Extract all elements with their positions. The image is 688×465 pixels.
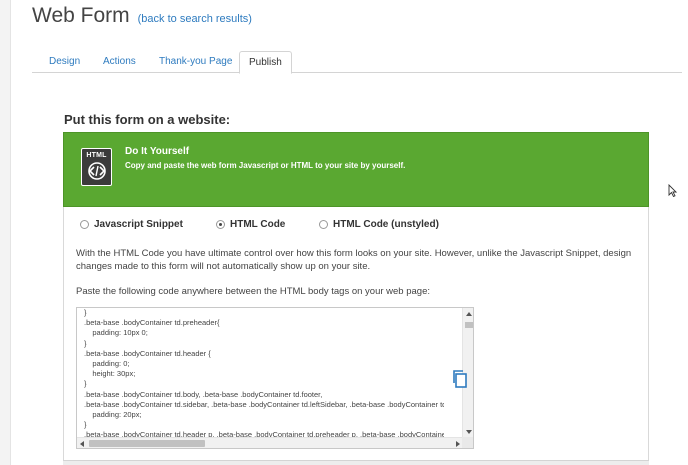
page-title: Web Form <box>32 4 130 27</box>
embed-type-options: Javascript Snippet HTML Code HTML Code (… <box>80 219 480 233</box>
scroll-right-arrow-icon[interactable] <box>456 441 460 447</box>
left-rail <box>0 0 11 465</box>
banner-subtitle: Copy and paste the web form Javascript o… <box>125 161 406 170</box>
code-line: } <box>84 338 87 348</box>
section-title: Put this form on a website: <box>64 112 231 127</box>
tab-design[interactable]: Design <box>49 51 80 73</box>
horizontal-scroll-thumb[interactable] <box>89 440 205 447</box>
scroll-down-arrow-icon[interactable] <box>466 430 472 434</box>
scroll-left-arrow-icon[interactable] <box>80 441 84 447</box>
radio-label: Javascript Snippet <box>94 219 183 230</box>
radio-html-code-unstyled[interactable]: HTML Code (unstyled) <box>319 219 439 230</box>
panel-bottom-edge <box>63 460 649 465</box>
vertical-scroll-thumb[interactable] <box>465 322 473 328</box>
code-line: } <box>84 308 87 317</box>
radio-circle[interactable] <box>319 220 328 229</box>
code-line: padding: 10px 0; <box>84 328 148 338</box>
code-line: .beta-base .bodyContainer td.header { <box>84 348 211 358</box>
html-code-icon: HTML <box>81 148 112 186</box>
diy-banner: HTML Do It Yourself Copy and paste the w… <box>63 132 649 207</box>
radio-label: HTML Code (unstyled) <box>333 219 439 230</box>
code-line: .beta-base .bodyContainer td.sidebar, .b… <box>84 399 444 409</box>
code-line: } <box>84 379 87 389</box>
radio-circle[interactable] <box>80 220 89 229</box>
scroll-up-arrow-icon[interactable] <box>466 312 472 316</box>
paste-instruction: Paste the following code anywhere betwee… <box>76 286 431 297</box>
page-header: Web Form (back to search results) <box>32 4 252 28</box>
code-line: height: 30px; <box>84 369 136 379</box>
radio-circle-selected[interactable] <box>216 220 225 229</box>
radio-javascript-snippet[interactable]: Javascript Snippet <box>80 219 183 230</box>
code-line: .beta-base .bodyContainer td.preheader{ <box>84 318 220 328</box>
tab-bar: Design Actions Thank-you Page Publish <box>32 51 682 74</box>
html-code-description: With the HTML Code you have ultimate con… <box>76 248 632 272</box>
tab-publish[interactable]: Publish <box>239 51 292 74</box>
code-line: } <box>84 420 87 430</box>
radio-label: HTML Code <box>230 219 286 230</box>
radio-html-code[interactable]: HTML Code <box>216 219 285 230</box>
code-line: padding: 0; <box>84 359 130 369</box>
back-to-search-link[interactable]: (back to search results) <box>138 13 252 25</box>
code-line: padding: 20px; <box>84 410 142 420</box>
mouse-pointer-icon <box>668 183 678 202</box>
code-textarea[interactable]: } .beta-base .bodyContainer td.preheader{… <box>76 307 474 449</box>
code-content[interactable]: } .beta-base .bodyContainer td.preheader{… <box>84 308 444 441</box>
html-icon-label: HTML <box>86 152 107 159</box>
code-line: .beta-base .bodyContainer td.body, .beta… <box>84 389 323 399</box>
horizontal-scrollbar[interactable] <box>77 437 463 448</box>
copy-code-button[interactable] <box>451 369 469 389</box>
tab-thank-you-page[interactable]: Thank-you Page <box>159 51 232 73</box>
scrollbar-corner <box>462 437 473 448</box>
tab-actions[interactable]: Actions <box>103 51 136 73</box>
banner-heading: Do It Yourself <box>125 146 190 157</box>
copy-icon[interactable] <box>451 369 469 389</box>
